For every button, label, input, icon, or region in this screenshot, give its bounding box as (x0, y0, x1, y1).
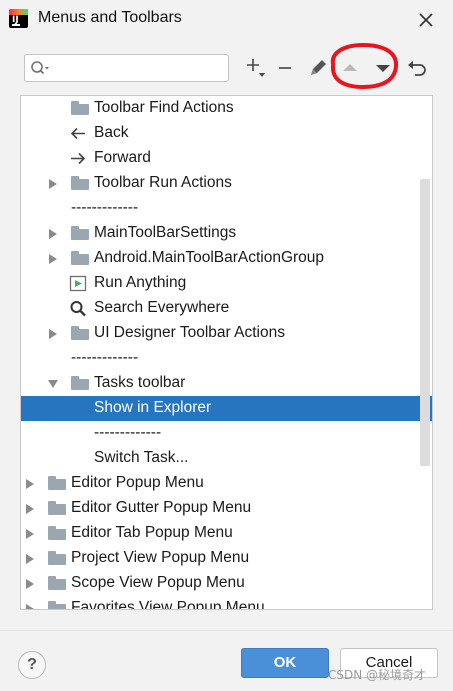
expand-arrow-icon[interactable] (49, 179, 57, 189)
help-button[interactable]: ? (18, 651, 46, 679)
collapse-arrow-icon[interactable] (48, 380, 58, 388)
expand-arrow-icon[interactable] (49, 229, 57, 239)
remove-button[interactable] (273, 56, 297, 80)
tree-row-label: Tasks toolbar (94, 374, 186, 391)
separator-label: ------------- (71, 349, 139, 366)
restore-defaults-button[interactable] (404, 56, 428, 80)
tree-row-label: Editor Tab Popup Menu (71, 524, 233, 541)
folder-icon (48, 576, 66, 590)
tree-row-label: Show in Explorer (94, 399, 212, 416)
tree-row-label: Android.MainToolBarActionGroup (94, 249, 325, 266)
tree-row-label: Toolbar Find Actions (94, 99, 234, 116)
tree-row-label: Scope View Popup Menu (71, 574, 245, 591)
tree-row[interactable]: Toolbar Find Actions (21, 96, 432, 121)
watermark: CSDN @秘境奇才 (328, 668, 427, 682)
expand-arrow-icon[interactable] (26, 504, 34, 514)
add-button[interactable] (244, 56, 268, 80)
tree-row-separator[interactable]: ------------- (21, 196, 432, 221)
expand-arrow-icon[interactable] (26, 604, 34, 609)
ok-button[interactable]: OK (241, 648, 329, 678)
tree-row-separator[interactable]: ------------- (21, 421, 432, 446)
folder-icon (71, 326, 89, 340)
tree-row[interactable]: Back (21, 121, 432, 146)
minus-icon (279, 67, 291, 69)
search-icon (70, 301, 86, 317)
menu-tree[interactable]: Toolbar Find Actions Back Forward Toolba… (20, 95, 433, 610)
folder-icon (71, 176, 89, 190)
move-down-button[interactable] (371, 56, 395, 80)
tree-row-label: UI Designer Toolbar Actions (94, 324, 285, 341)
run-anything-icon (69, 275, 87, 292)
triangle-up-icon (343, 64, 357, 71)
tree-row[interactable]: Run Anything (21, 271, 432, 296)
tree-row-label: Run Anything (94, 274, 187, 291)
separator-label: ------------- (71, 199, 139, 216)
tree-row-label: Favorites View Popup Menu (71, 599, 265, 610)
expand-arrow-icon[interactable] (26, 529, 34, 539)
folder-icon (71, 101, 89, 115)
tree-row[interactable]: Editor Popup Menu (21, 471, 432, 496)
folder-icon (71, 376, 89, 390)
pencil-icon (311, 60, 326, 75)
window-title: Menus and Toolbars (38, 9, 182, 26)
tree-row-label: Back (94, 124, 129, 141)
tree-row[interactable]: Search Everywhere (21, 296, 432, 321)
tree-row-label: Editor Gutter Popup Menu (71, 499, 252, 516)
tree-row[interactable]: UI Designer Toolbar Actions (21, 321, 432, 346)
tree-row-label: MainToolBarSettings (94, 224, 237, 241)
plus-with-dropdown-icon (247, 59, 265, 77)
close-button[interactable] (412, 6, 440, 34)
tree-row-label: Switch Task... (94, 449, 189, 466)
edit-button[interactable] (306, 56, 330, 80)
folder-icon (71, 226, 89, 240)
forward-arrow-icon (71, 152, 86, 165)
expand-arrow-icon[interactable] (49, 254, 57, 264)
folder-icon (48, 551, 66, 565)
tree-row[interactable]: MainToolBarSettings (21, 221, 432, 246)
folder-icon (48, 601, 66, 609)
search-field[interactable] (24, 54, 229, 82)
separator-label: ------------- (94, 424, 162, 441)
tree-row-label: Toolbar Run Actions (94, 174, 232, 191)
move-up-button[interactable] (338, 56, 362, 80)
tree-row[interactable]: Forward (21, 146, 432, 171)
tree-row-label: Forward (94, 149, 151, 166)
tree-row[interactable]: Editor Gutter Popup Menu (21, 496, 432, 521)
expand-arrow-icon[interactable] (26, 579, 34, 589)
tree-row-separator[interactable]: ------------- (21, 346, 432, 371)
tree-row[interactable]: Favorites View Popup Menu (21, 596, 432, 610)
expand-arrow-icon[interactable] (49, 329, 57, 339)
tree-row-label: Project View Popup Menu (71, 549, 250, 566)
tree-row[interactable]: Scope View Popup Menu (21, 571, 432, 596)
title-bar: IJ Menus and Toolbars (0, 0, 453, 40)
toolbar (0, 50, 453, 86)
tree-row[interactable]: Toolbar Run Actions (21, 171, 432, 196)
search-input[interactable] (51, 57, 225, 81)
tree-row[interactable]: Editor Tab Popup Menu (21, 521, 432, 546)
folder-icon (48, 476, 66, 490)
back-arrow-icon (70, 127, 85, 140)
tree-row-label: Search Everywhere (94, 299, 230, 316)
tree-row-label: Editor Popup Menu (71, 474, 204, 491)
tree-row[interactable]: Project View Popup Menu (21, 546, 432, 571)
expand-arrow-icon[interactable] (26, 554, 34, 564)
intellij-logo-icon: IJ (9, 9, 28, 28)
folder-icon (48, 501, 66, 515)
close-icon (419, 13, 433, 27)
tree-row[interactable]: Android.MainToolBarActionGroup (21, 246, 432, 271)
vertical-scrollbar[interactable] (420, 179, 430, 466)
tree-row[interactable]: Switch Task... (21, 446, 432, 471)
tree-row[interactable]: Tasks toolbar (21, 371, 432, 396)
restore-icon (408, 61, 426, 76)
tree-row-selected[interactable]: Show in Explorer (21, 396, 432, 421)
triangle-down-icon (376, 65, 390, 72)
folder-icon (71, 251, 89, 265)
expand-arrow-icon[interactable] (26, 479, 34, 489)
folder-icon (48, 526, 66, 540)
search-icon (31, 61, 49, 75)
